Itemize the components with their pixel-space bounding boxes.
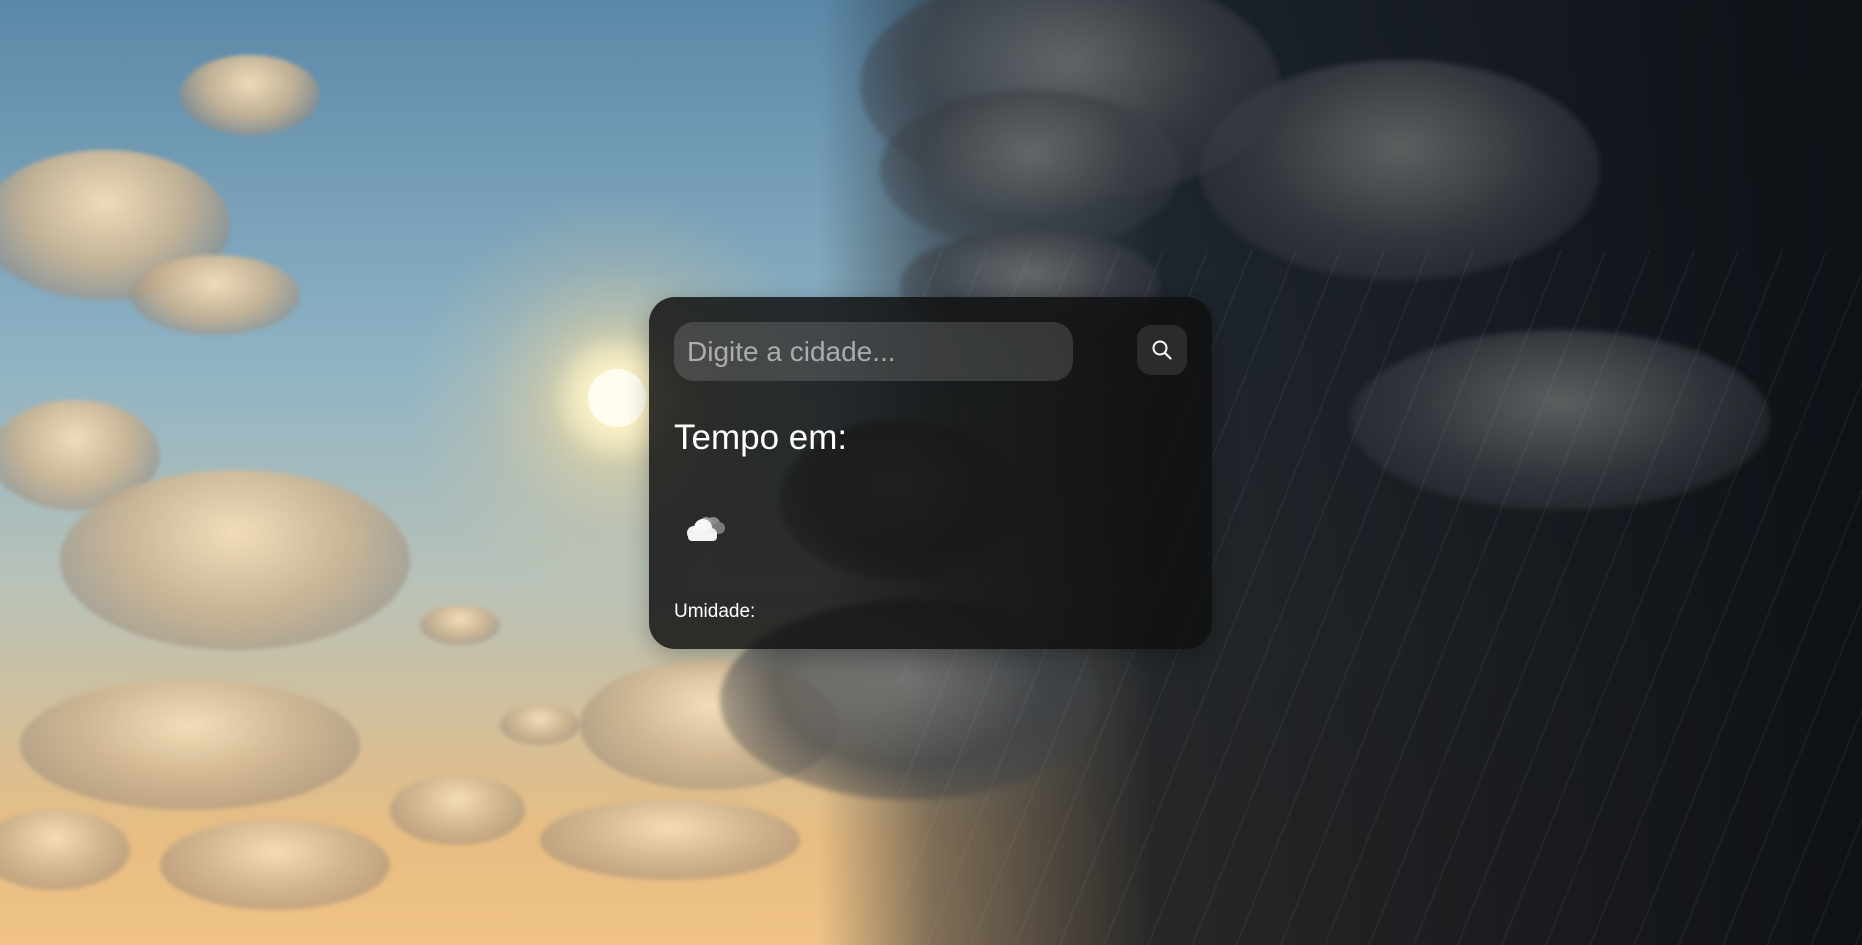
cloud [20, 680, 360, 810]
sun [588, 369, 646, 427]
cloud-icon [680, 510, 730, 546]
cloud [160, 820, 390, 910]
search-icon [1151, 339, 1173, 361]
storm-cloud [880, 90, 1180, 250]
cloud [180, 55, 320, 135]
weather-title: Tempo em: [674, 418, 848, 457]
cloud [390, 775, 525, 845]
cloud [540, 800, 800, 880]
cloud [500, 705, 580, 745]
humidity-label: Umidade: [674, 601, 756, 622]
cloud [60, 470, 410, 650]
cloud [420, 605, 500, 645]
weather-card: Tempo em: Umidade: [649, 297, 1212, 649]
cloud [130, 255, 300, 335]
city-search-input[interactable] [674, 322, 1073, 381]
search-button[interactable] [1137, 325, 1187, 375]
cloud [0, 810, 130, 890]
storm-cloud [1200, 60, 1600, 280]
